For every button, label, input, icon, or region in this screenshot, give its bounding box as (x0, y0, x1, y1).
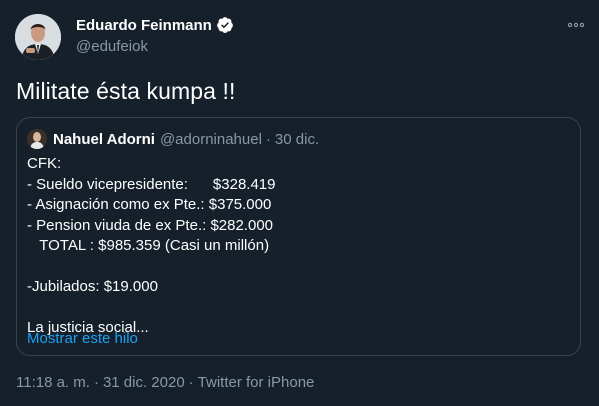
quoted-line: -Jubilados: $19.000 (27, 278, 158, 295)
tweet-time[interactable]: 11:18 a. m. (16, 374, 90, 391)
quoted-line (27, 298, 567, 319)
tweet-metadata: 11:18 a. m. · 31 dic. 2020 · Twitter for… (16, 374, 314, 391)
quoted-tweet[interactable]: Nahuel Adorni @adorninahuel · 30 dic. CF… (16, 117, 581, 356)
tweet-date[interactable]: 31 dic. 2020 (103, 374, 185, 391)
quoted-date: 30 dic. (274, 130, 320, 148)
author-handle[interactable]: @edufeiok (76, 38, 148, 55)
quoted-tweet-body: CFK: - Sueldo vicepresidente: $328.419 -… (27, 154, 567, 339)
quoted-line (27, 257, 567, 278)
show-thread-link[interactable]: Mostrar este hilo (27, 330, 138, 347)
quoted-tweet-header: Nahuel Adorni @adorninahuel · 30 dic. (27, 129, 319, 149)
author-name[interactable]: Eduardo Feinmann (76, 17, 212, 34)
quoted-author-avatar (27, 129, 47, 149)
quoted-line: - Asignación como ex Pte.: $375.000 (27, 196, 272, 213)
author-avatar-image (15, 14, 61, 60)
tweet: Eduardo Feinmann @edufeiok Militate ésta… (0, 0, 599, 406)
tweet-source[interactable]: Twitter for iPhone (198, 374, 315, 391)
tweet-text: Militate ésta kumpa !! (16, 78, 236, 104)
quoted-line: - Sueldo vicepresidente: $328.419 (27, 175, 276, 193)
quoted-author-handle: @adorninahuel (159, 130, 262, 148)
quoted-line: - Pension viuda de ex Pte.: $282.000 (27, 216, 274, 234)
verified-badge-icon (216, 16, 234, 34)
more-options-icon[interactable] (565, 16, 587, 34)
author-name-row: Eduardo Feinmann (76, 16, 234, 34)
meta-separator: · (188, 374, 194, 391)
quoted-line: TOTAL : $985.359 (Casi un millón) (27, 237, 270, 254)
meta-separator: · (93, 374, 99, 391)
quoted-line: CFK: (27, 155, 62, 172)
quoted-author-name: Nahuel Adorni (53, 130, 155, 148)
author-avatar[interactable] (15, 14, 61, 60)
quoted-separator: · (265, 130, 271, 148)
